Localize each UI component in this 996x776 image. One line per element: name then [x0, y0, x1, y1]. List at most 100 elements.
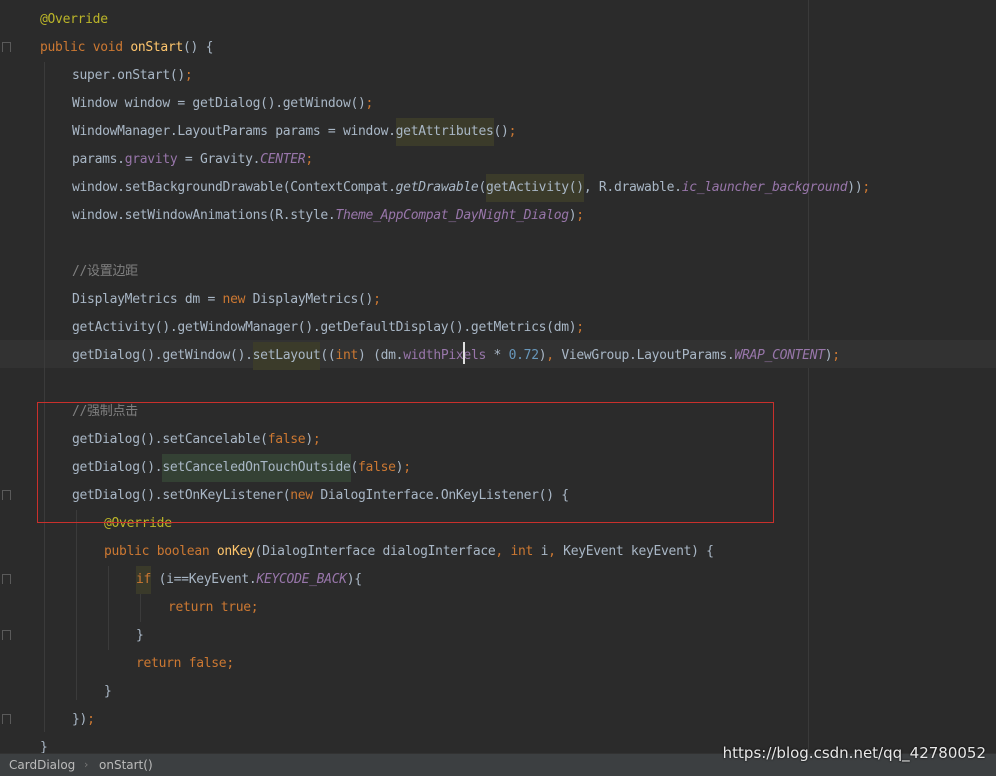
- code-token: Theme_AppCompat_DayNight_Dialog: [335, 208, 569, 223]
- code-token: = Gravity.: [177, 152, 261, 167]
- code-token: ;: [87, 712, 95, 727]
- fold-icon[interactable]: [2, 574, 11, 584]
- code-line[interactable]: Window window = getDialog().getWindow();: [72, 90, 373, 118]
- code-line[interactable]: public void onStart() {: [40, 34, 213, 62]
- code-line[interactable]: getDialog().getWindow().setLayout((int) …: [72, 342, 840, 370]
- text-caret: [463, 342, 465, 364]
- code-line[interactable]: window.setBackgroundDrawable(ContextComp…: [72, 174, 870, 202]
- code-token: ViewGroup.LayoutParams.: [561, 348, 735, 363]
- code-editor[interactable]: @Override public void onStart() {super.on…: [0, 0, 996, 753]
- code-line[interactable]: WindowManager.LayoutParams params = wind…: [72, 118, 516, 146]
- code-token: public: [40, 40, 93, 55]
- code-token: ,: [548, 544, 564, 559]
- code-token: onKey: [216, 544, 255, 559]
- code-token: super: [72, 68, 110, 83]
- code-token: public: [104, 544, 157, 559]
- editor-gutter[interactable]: [0, 0, 20, 753]
- code-token: true: [220, 600, 251, 615]
- fold-icon[interactable]: [2, 714, 11, 724]
- code-token: ;: [226, 656, 234, 671]
- code-token: ;: [832, 348, 840, 363]
- code-token: }: [136, 628, 144, 643]
- code-token: ,: [546, 348, 562, 363]
- code-token: )): [847, 180, 863, 195]
- code-token: getAttributes: [395, 118, 494, 146]
- annotation-red-box: [37, 402, 774, 523]
- code-token: return: [168, 600, 221, 615]
- code-token: gravity: [124, 152, 178, 167]
- code-token: ic_launcher_background: [681, 180, 848, 195]
- code-token: ;: [250, 600, 259, 615]
- code-line[interactable]: window.setWindowAnimations(R.style.Theme…: [72, 202, 584, 230]
- code-token: getDialog().getWindow().: [72, 348, 253, 363]
- breadcrumb-method[interactable]: onStart(): [99, 754, 153, 776]
- code-token: (: [478, 180, 486, 195]
- code-token: ;: [305, 152, 313, 167]
- code-token: ;: [373, 292, 381, 307]
- code-token: ): [538, 348, 547, 363]
- code-line[interactable]: return false;: [136, 650, 234, 678]
- code-token: getActivity(): [485, 174, 584, 202]
- code-line[interactable]: getActivity().getWindowManager().getDefa…: [72, 314, 584, 342]
- code-token: int: [510, 544, 541, 559]
- code-token: false: [188, 656, 227, 671]
- code-line[interactable]: public boolean onKey(DialogInterface dia…: [104, 538, 714, 566]
- code-token: ;: [365, 96, 374, 111]
- code-token: WRAP_CONTENT: [734, 348, 825, 363]
- code-token: return: [136, 656, 189, 671]
- code-line[interactable]: }: [104, 678, 112, 706]
- code-token: .onStart(): [109, 68, 186, 83]
- code-line[interactable]: //设置边距: [72, 258, 138, 286]
- right-margin-guide: [808, 0, 809, 753]
- code-token: Window window = getDialog().getWindow(): [72, 96, 366, 111]
- code-line[interactable]: if (i==KeyEvent.KEYCODE_BACK){: [136, 566, 362, 594]
- code-token: }: [104, 684, 112, 699]
- code-token: getActivity().getWindowManager().getDefa…: [72, 320, 577, 335]
- code-line[interactable]: params.gravity = Gravity.CENTER;: [72, 146, 313, 174]
- code-line[interactable]: }: [136, 622, 144, 650]
- fold-icon[interactable]: [2, 490, 11, 500]
- code-line[interactable]: }: [40, 734, 48, 753]
- code-token: ;: [184, 68, 193, 83]
- code-token: ;: [508, 124, 517, 139]
- chevron-right-icon: ›: [84, 758, 89, 771]
- indent-guide: [44, 62, 45, 732]
- watermark-text: https://blog.csdn.net/qq_42780052: [722, 744, 986, 762]
- code-token: (i==KeyEvent.: [151, 572, 257, 587]
- code-line[interactable]: @Override: [40, 6, 108, 34]
- indent-guide: [140, 594, 141, 622]
- code-line[interactable]: DisplayMetrics dm = new DisplayMetrics()…: [72, 286, 381, 314]
- code-token: KEYCODE_BACK: [256, 572, 347, 587]
- code-token: () {: [183, 40, 214, 55]
- code-line[interactable]: super.onStart();: [72, 62, 193, 90]
- code-token: @Override: [40, 12, 108, 27]
- code-token: setLayout: [252, 342, 321, 370]
- code-token: DisplayMetrics dm =: [72, 292, 223, 307]
- code-token: ): [824, 348, 833, 363]
- code-token: //设置边距: [72, 264, 138, 279]
- indent-guide: [108, 566, 109, 650]
- indent-guide: [76, 510, 77, 700]
- code-token: ((: [320, 348, 336, 363]
- code-token: ){: [346, 572, 362, 587]
- code-token: *: [486, 348, 509, 363]
- code-token: int: [335, 348, 359, 363]
- code-token: 0.72: [508, 348, 539, 363]
- code-token: ;: [862, 180, 870, 195]
- code-token: ,: [495, 544, 511, 559]
- code-token: getDrawable: [395, 180, 479, 195]
- code-token: ): [568, 208, 577, 223]
- code-line[interactable]: });: [72, 706, 95, 734]
- code-token: ) (dm.: [358, 348, 404, 363]
- code-token: WindowManager.LayoutParams params = wind…: [72, 124, 396, 139]
- code-line[interactable]: return true;: [168, 594, 259, 622]
- code-token: (DialogInterface dialogInterface: [254, 544, 496, 559]
- code-token: params.: [72, 152, 125, 167]
- breadcrumb-class[interactable]: CardDialog: [9, 754, 75, 776]
- code-token: window.setBackgroundDrawable(ContextComp…: [72, 180, 396, 195]
- code-token: ;: [576, 320, 584, 335]
- fold-icon[interactable]: [2, 630, 11, 640]
- code-token: if: [136, 566, 151, 594]
- code-token: new: [222, 292, 253, 307]
- fold-icon[interactable]: [2, 42, 11, 52]
